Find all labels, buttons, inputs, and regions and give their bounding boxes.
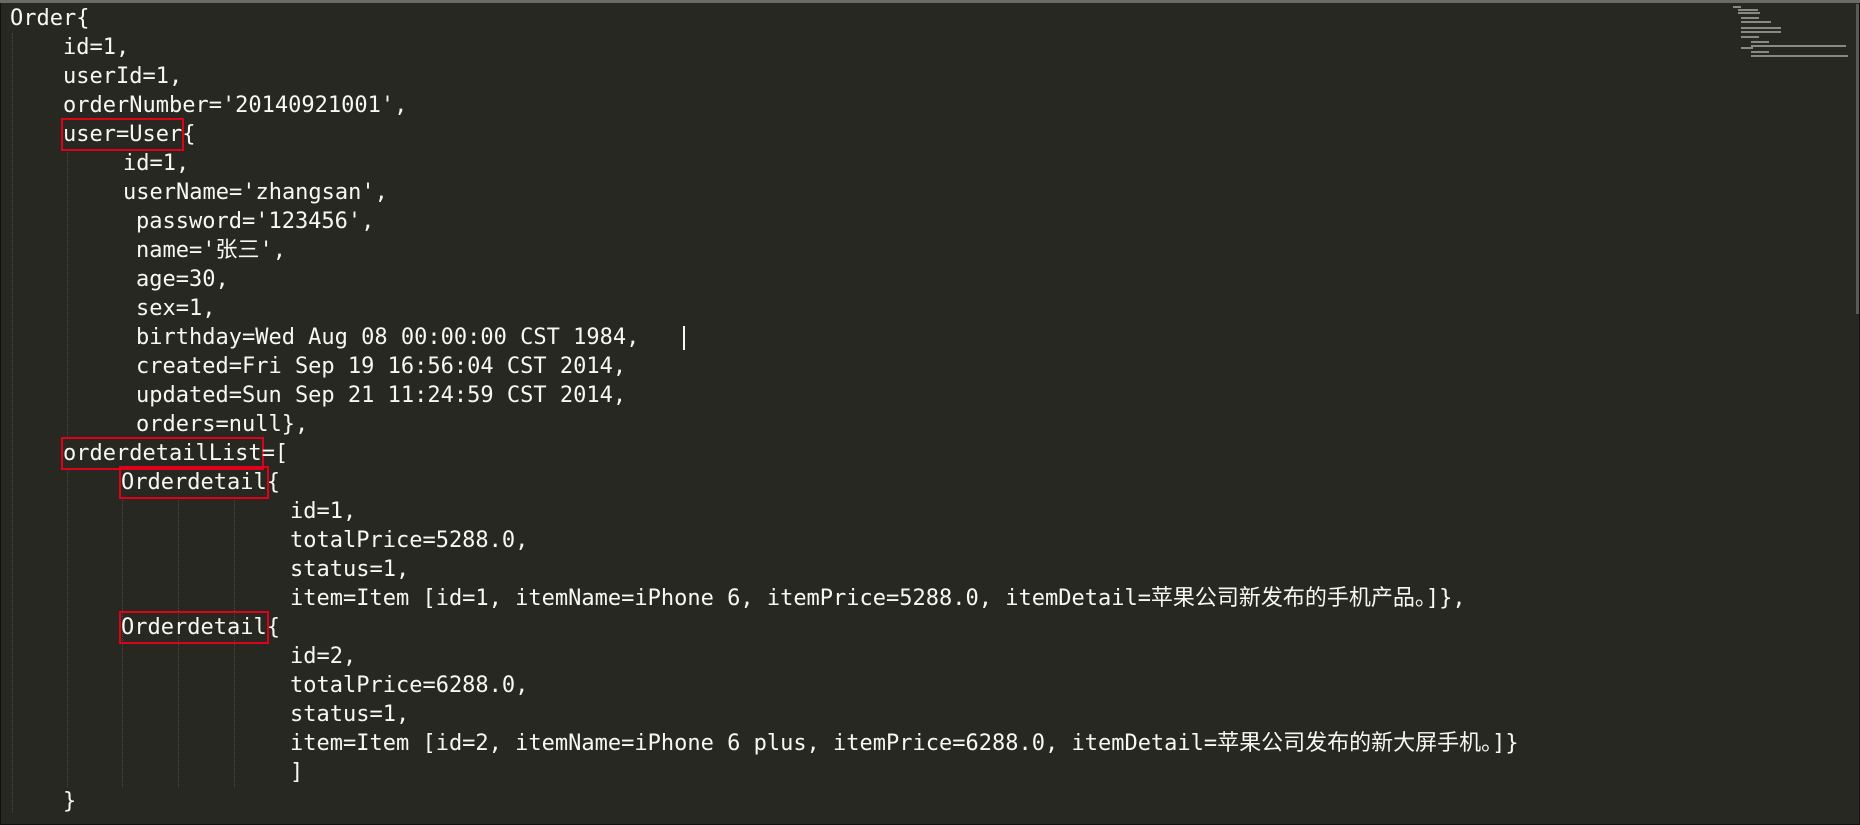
code-line: user=User{ bbox=[0, 118, 1519, 151]
minimap-line bbox=[1741, 17, 1759, 19]
code-line: Order{ bbox=[0, 4, 1519, 33]
code-text: id=1, bbox=[123, 151, 190, 176]
code-line: updated=Sun Sep 21 11:24:59 CST 2014, bbox=[0, 381, 1519, 410]
highlight-box: orderdetailList bbox=[61, 437, 264, 470]
code-text: totalPrice=6288.0, bbox=[290, 673, 529, 698]
code-line: status=1, bbox=[0, 555, 1519, 584]
code-text: Order{ bbox=[10, 6, 90, 31]
code-text: { bbox=[182, 122, 196, 147]
code-text: created=Fri Sep 19 16:56:04 CST 2014, bbox=[136, 354, 627, 379]
highlight-box: Orderdetail bbox=[119, 466, 269, 499]
code-line: userId=1, bbox=[0, 62, 1519, 91]
code-editor[interactable]: Order{ id=1, userId=1, orderNumber='2014… bbox=[0, 4, 1519, 816]
code-text: item=Item [id=2, itemName=iPhone 6 plus,… bbox=[290, 731, 1519, 756]
code-line: item=Item [id=2, itemName=iPhone 6 plus,… bbox=[0, 729, 1519, 758]
code-line: id=1, bbox=[0, 33, 1519, 62]
code-line: name='张三', bbox=[0, 236, 1519, 265]
code-text: userName='zhangsan', bbox=[123, 180, 388, 205]
code-text: { bbox=[266, 470, 280, 495]
code-line: password='123456', bbox=[0, 207, 1519, 236]
code-line: item=Item [id=1, itemName=iPhone 6, item… bbox=[0, 584, 1519, 613]
code-line: created=Fri Sep 19 16:56:04 CST 2014, bbox=[0, 352, 1519, 381]
code-text: sex=1, bbox=[136, 296, 216, 321]
minimap-line bbox=[1741, 47, 1753, 49]
minimap-line bbox=[1741, 27, 1781, 29]
tab-bar-edge bbox=[0, 0, 1860, 3]
code-text: name='张三', bbox=[136, 238, 286, 263]
minimap-line bbox=[1751, 51, 1769, 53]
minimap-line bbox=[1738, 12, 1760, 14]
code-line: Orderdetail{ bbox=[0, 466, 1519, 499]
minimap-line bbox=[1751, 45, 1846, 47]
code-text: id=2, bbox=[290, 644, 357, 669]
code-line: ] bbox=[0, 758, 1519, 787]
code-text: item=Item [id=1, itemName=iPhone 6, item… bbox=[290, 586, 1466, 611]
highlight-box: user=User bbox=[60, 118, 185, 151]
code-line: status=1, bbox=[0, 700, 1519, 729]
code-text: orderNumber='20140921001', bbox=[63, 93, 408, 118]
code-text: password='123456', bbox=[136, 209, 375, 234]
highlight-box: Orderdetail bbox=[119, 611, 269, 644]
code-line: orders=null}, bbox=[0, 410, 1519, 439]
text-cursor bbox=[683, 326, 685, 350]
code-text: userId=1, bbox=[63, 64, 183, 89]
code-line: birthday=Wed Aug 08 00:00:00 CST 1984, bbox=[0, 323, 1519, 352]
code-text: birthday=Wed Aug 08 00:00:00 CST 1984, bbox=[136, 325, 640, 350]
code-line: totalPrice=5288.0, bbox=[0, 526, 1519, 555]
code-line: id=1, bbox=[0, 149, 1519, 178]
code-line: id=2, bbox=[0, 642, 1519, 671]
code-text: } bbox=[63, 789, 77, 814]
code-text: totalPrice=5288.0, bbox=[290, 528, 529, 553]
minimap-line bbox=[1741, 36, 1759, 38]
minimap-line bbox=[1738, 9, 1758, 11]
code-text: status=1, bbox=[290, 702, 410, 727]
minimap-line bbox=[1741, 21, 1771, 23]
code-line: age=30, bbox=[0, 265, 1519, 294]
code-line: orderdetailList=[ bbox=[0, 437, 1519, 470]
minimap-line bbox=[1751, 55, 1848, 57]
code-line: totalPrice=6288.0, bbox=[0, 671, 1519, 700]
code-text: =[ bbox=[261, 441, 289, 466]
code-text: id=1, bbox=[290, 499, 357, 524]
minimap-line bbox=[1741, 31, 1781, 33]
code-text: { bbox=[266, 615, 280, 640]
code-text: id=1, bbox=[63, 35, 130, 60]
code-text: orders=null}, bbox=[136, 412, 309, 437]
code-line: sex=1, bbox=[0, 294, 1519, 323]
code-line: id=1, bbox=[0, 497, 1519, 526]
code-line: Orderdetail{ bbox=[0, 611, 1519, 644]
minimap-line bbox=[1733, 6, 1741, 8]
code-text: status=1, bbox=[290, 557, 410, 582]
code-text: age=30, bbox=[136, 267, 229, 292]
minimap-line bbox=[1751, 41, 1769, 43]
minimap[interactable] bbox=[1733, 3, 1848, 63]
code-text: updated=Sun Sep 21 11:24:59 CST 2014, bbox=[136, 383, 627, 408]
vertical-scrollbar[interactable] bbox=[1856, 4, 1859, 314]
code-line: userName='zhangsan', bbox=[0, 178, 1519, 207]
code-text: ] bbox=[290, 760, 304, 785]
code-line: } bbox=[0, 787, 1519, 816]
code-line: orderNumber='20140921001', bbox=[0, 91, 1519, 120]
